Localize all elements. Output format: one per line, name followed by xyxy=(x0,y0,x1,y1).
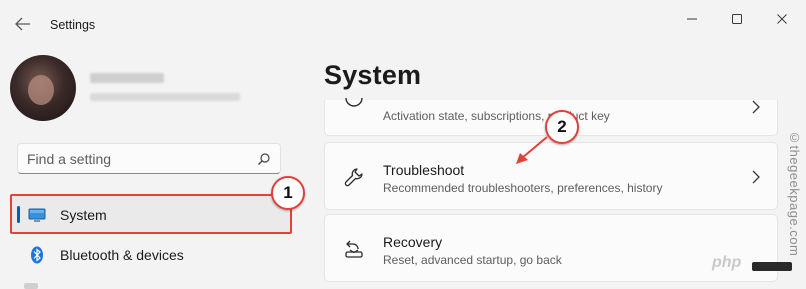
card-title: Recovery xyxy=(383,234,443,250)
close-icon xyxy=(777,14,787,24)
profile-email-blurred xyxy=(90,93,240,101)
sidebar-item-label: Bluetooth & devices xyxy=(60,246,184,263)
recovery-icon xyxy=(343,238,365,260)
recovery-card[interactable]: Recovery Reset, advanced startup, go bac… xyxy=(324,214,778,282)
page-title: System xyxy=(324,60,422,90)
minimize-icon xyxy=(687,18,697,20)
card-description: Reset, advanced startup, go back xyxy=(383,253,562,267)
highlight-annotation xyxy=(10,194,292,234)
avatar[interactable] xyxy=(10,55,76,121)
annotation-arrow xyxy=(516,136,548,164)
key-icon xyxy=(343,97,365,120)
callout-badge-1: 1 xyxy=(271,176,305,210)
title-bar: Settings xyxy=(0,0,806,46)
watermark-bar xyxy=(752,262,792,271)
watermark-vertical: ©thegeekpage.com xyxy=(787,130,802,257)
window-title: Settings xyxy=(50,18,96,32)
profile-name-blurred xyxy=(90,73,164,83)
search-input[interactable] xyxy=(27,149,247,169)
card-title: Troubleshoot xyxy=(383,162,465,178)
wrench-icon xyxy=(343,166,365,188)
close-button[interactable] xyxy=(770,8,794,30)
watermark-php: php xyxy=(712,254,742,271)
maximize-button[interactable] xyxy=(725,8,749,30)
card-description: Recommended troubleshooters, preferences… xyxy=(383,181,663,195)
partial-nav-icon xyxy=(24,283,38,289)
maximize-icon xyxy=(732,14,742,24)
chevron-right-icon xyxy=(751,170,761,184)
search-box[interactable] xyxy=(17,143,281,174)
chevron-right-icon xyxy=(751,100,761,114)
bluetooth-icon xyxy=(30,246,48,264)
sidebar-item-bluetooth[interactable]: Bluetooth & devices xyxy=(12,236,290,273)
minimize-button[interactable] xyxy=(680,8,704,30)
back-arrow-icon[interactable] xyxy=(12,14,34,34)
search-icon[interactable] xyxy=(257,152,271,166)
